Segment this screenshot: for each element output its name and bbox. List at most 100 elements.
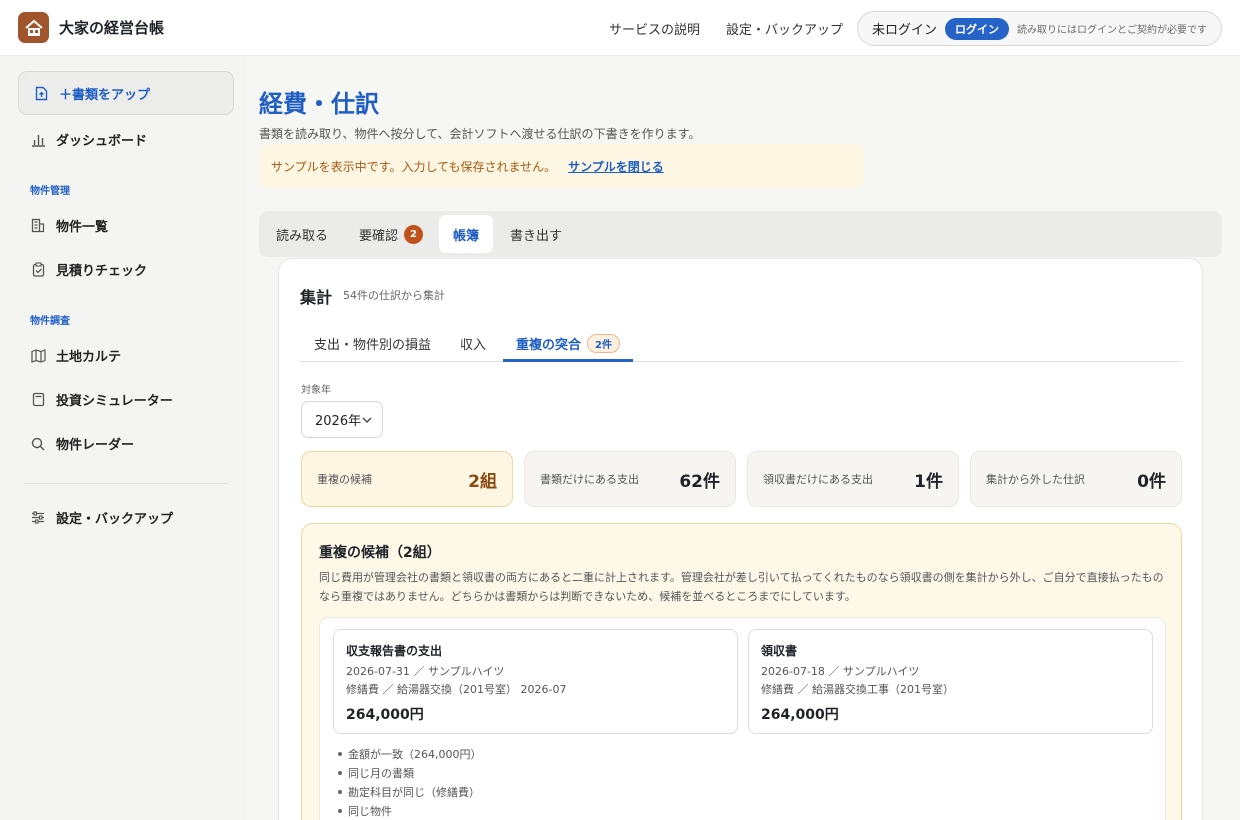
sidebar-section-property: 物件管理	[30, 186, 70, 197]
bar-chart-icon	[30, 132, 46, 148]
bullet-icon	[338, 789, 342, 794]
top-nav: サービスの説明 設定・バックアップ 未ログイン ログイン 読み取りにはログインと…	[609, 11, 1222, 46]
sidebar-section-research: 物件調査	[30, 316, 70, 327]
sidebar-divider	[24, 483, 228, 484]
doc-date-property: 2026-07-31 ／ サンプルハイツ	[346, 665, 505, 678]
nav-service-link[interactable]: サービスの説明	[609, 19, 700, 38]
stat-duplicate-candidates: 重複の候補 2組	[301, 451, 513, 507]
sliders-icon	[30, 510, 46, 526]
tab-ledger[interactable]: 帳簿	[439, 215, 493, 253]
sidebar-item-estimate-check[interactable]: 見積りチェック	[30, 260, 147, 279]
list-item: 同じ月の書類	[338, 763, 482, 782]
subtab-expense-pl[interactable]: 支出・物件別の損益	[314, 325, 431, 361]
duplicate-panel-description: 同じ費用が管理会社の書類と領収書の両方にあると二重に計上されます。管理会社が差し…	[319, 571, 1164, 603]
bullet-icon	[338, 770, 342, 775]
stat-value: 1件	[914, 471, 943, 492]
bullet-icon	[338, 808, 342, 813]
login-button[interactable]: ログイン	[945, 17, 1009, 40]
sidebar-item-land-chart[interactable]: 土地カルテ	[30, 346, 121, 365]
sample-banner: サンプルを表示中です。入力しても保存されません。 サンプルを閉じる	[259, 144, 864, 188]
doc-amount: 264,000円	[761, 707, 839, 723]
reason-text: 同じ月の書類	[348, 766, 414, 780]
close-sample-link[interactable]: サンプルを閉じる	[568, 158, 664, 175]
stat-value: 62件	[679, 471, 720, 492]
doc-amount: 264,000円	[346, 707, 424, 723]
stat-excluded: 集計から外した仕訳 0件	[970, 451, 1182, 507]
reason-text: 勘定科目が同じ（修繕費）	[348, 785, 480, 799]
nav-settings-link[interactable]: 設定・バックアップ	[726, 19, 843, 38]
login-status: 未ログイン	[871, 23, 937, 38]
subtab-divider	[300, 361, 1182, 362]
stat-label: 集計から外した仕訳	[986, 473, 1085, 486]
brand[interactable]: 大家の経営台帳	[18, 12, 164, 43]
map-icon	[30, 348, 46, 364]
subtab-label: 支出・物件別の損益	[314, 337, 432, 353]
brand-name: 大家の経営台帳	[59, 19, 165, 37]
duplicate-pair: 収支報告書の支出 2026-07-31 ／ サンプルハイツ 修繕費 ／ 給湯器交…	[319, 617, 1166, 820]
login-status-pill: 未ログイン ログイン 読み取りにはログインとご契約が必要です	[856, 11, 1222, 46]
stat-label: 重複の候補	[317, 473, 372, 486]
duplicate-count-pill: 2件	[587, 333, 620, 353]
sidebar-item-label: 物件一覧	[56, 220, 109, 235]
review-count-badge: 2	[404, 224, 423, 244]
sidebar-item-property-list[interactable]: 物件一覧	[30, 216, 108, 235]
match-reasons-list: 金額が一致（264,000円） 同じ月の書類 勘定科目が同じ（修繕費） 同じ物件	[338, 744, 482, 820]
app-header: 大家の経営台帳 サービスの説明 設定・バックアップ 未ログイン ログイン 読み取…	[0, 0, 1240, 56]
subtab-label: 収入	[460, 337, 487, 353]
sidebar: ＋書類をアップ ダッシュボード 物件管理 物件一覧 見積りチェック 物件調査 土…	[0, 56, 246, 820]
page-title: 経費・仕訳	[259, 90, 379, 118]
summary-title: 集計	[300, 288, 333, 307]
list-item: 勘定科目が同じ（修繕費）	[338, 782, 482, 801]
tab-label: 読み取る	[275, 228, 328, 244]
summary-subtitle: 54件の仕訳から集計	[343, 289, 445, 302]
search-icon	[30, 436, 46, 452]
stat-value: 2組	[468, 471, 497, 492]
tab-label: 要確認	[358, 228, 398, 244]
summary-card: 集計 54件の仕訳から集計 支出・物件別の損益 収入 重複の突合 2件 対象年 …	[278, 258, 1203, 820]
year-value: 2026年	[315, 414, 362, 429]
main-tabs: 読み取る 要確認 2 帳簿 書き出す	[259, 211, 1222, 257]
doc-title: 収支報告書の支出	[346, 644, 443, 658]
subtab-income[interactable]: 収入	[460, 325, 486, 361]
tab-read[interactable]: 読み取る	[265, 215, 339, 253]
list-item: 同じ物件	[338, 801, 482, 820]
receipt-card[interactable]: 領収書 2026-07-18 ／ サンプルハイツ 修繕費 ／ 給湯器交換工事（2…	[748, 629, 1153, 734]
sidebar-item-label: 設定・バックアップ	[56, 512, 174, 527]
stat-label: 書類だけにある支出	[540, 473, 639, 486]
doc-account-detail: 修繕費 ／ 給湯器交換工事（201号室）	[761, 683, 954, 696]
doc-account-detail: 修繕費 ／ 給湯器交換（201号室） 2026-07	[346, 683, 567, 696]
stat-document-only: 書類だけにある支出 62件	[524, 451, 736, 507]
house-logo-icon	[18, 12, 49, 43]
sidebar-item-label: 投資シミュレーター	[56, 394, 173, 409]
tab-export[interactable]: 書き出す	[499, 215, 573, 253]
login-note: 読み取りにはログインとご契約が必要です	[1017, 25, 1207, 36]
clipboard-check-icon	[30, 262, 46, 278]
file-upload-icon	[33, 85, 49, 101]
subtab-duplicate-match[interactable]: 重複の突合 2件	[516, 325, 620, 361]
building-icon	[30, 218, 46, 234]
sidebar-item-label: 土地カルテ	[56, 350, 122, 365]
report-expense-card[interactable]: 収支報告書の支出 2026-07-31 ／ サンプルハイツ 修繕費 ／ 給湯器交…	[333, 629, 738, 734]
stat-receipt-only: 領収書だけにある支出 1件	[747, 451, 959, 507]
duplicate-candidates-panel: 重複の候補（2組） 同じ費用が管理会社の書類と領収書の両方にあると二重に計上され…	[301, 523, 1182, 820]
tab-label: 書き出す	[509, 228, 562, 244]
stat-label: 領収書だけにある支出	[763, 473, 873, 486]
year-select[interactable]: 2026年	[301, 401, 383, 438]
sidebar-item-settings[interactable]: 設定・バックアップ	[30, 508, 173, 527]
sidebar-item-simulator[interactable]: 投資シミュレーター	[30, 390, 173, 409]
sidebar-item-radar[interactable]: 物件レーダー	[30, 434, 134, 453]
duplicate-panel-title: 重複の候補（2組）	[319, 545, 441, 561]
tab-label: 帳簿	[452, 228, 479, 244]
sidebar-item-label: 見積りチェック	[56, 264, 148, 279]
upload-label: ＋書類をアップ	[59, 87, 151, 103]
sidebar-item-label: 物件レーダー	[56, 438, 135, 453]
doc-title: 領収書	[761, 644, 798, 658]
tab-needs-review[interactable]: 要確認 2	[347, 215, 435, 253]
bullet-icon	[338, 751, 342, 756]
sidebar-item-dashboard[interactable]: ダッシュボード	[30, 130, 147, 149]
year-label: 対象年	[301, 385, 331, 396]
sidebar-item-label: ダッシュボード	[56, 134, 148, 149]
page-description: 書類を読み取り、物件へ按分して、会計ソフトへ渡せる仕訳の下書きを作ります。	[259, 127, 701, 141]
list-item: 金額が一致（264,000円）	[338, 744, 482, 763]
upload-documents-button[interactable]: ＋書類をアップ	[18, 71, 234, 115]
